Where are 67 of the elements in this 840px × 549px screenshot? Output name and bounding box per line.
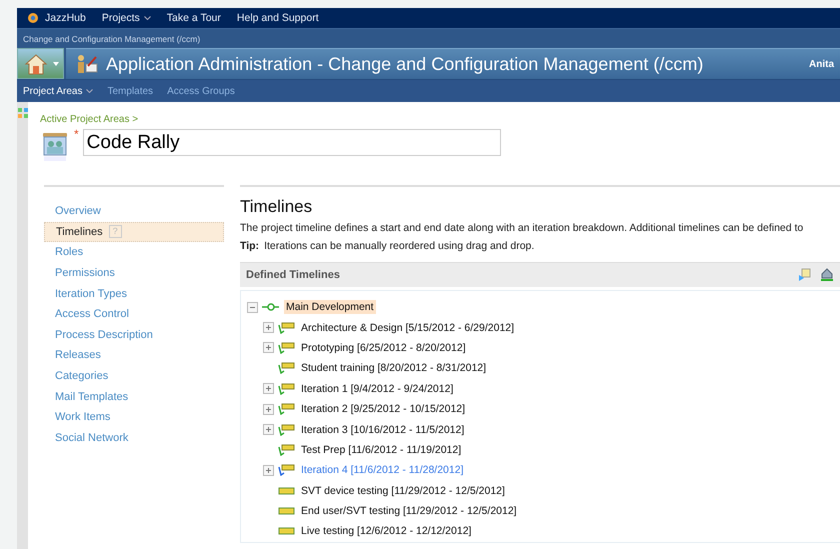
nav-link[interactable]: Help and Support [236, 12, 319, 24]
nav-tab[interactable]: Templates [107, 86, 154, 96]
required-mark: * [74, 129, 79, 139]
sidebar-item[interactable]: Permissions [44, 262, 224, 284]
caret-icon [52, 62, 58, 66]
phase-icon [278, 525, 295, 538]
nav-tab[interactable]: Access Groups [167, 86, 235, 96]
nav-tab[interactable]: Project Areas [23, 86, 94, 96]
sidebar-item[interactable]: Mail Templates [44, 386, 224, 407]
iteration-icon [278, 322, 295, 334]
admin-icon [76, 54, 98, 74]
tree-item[interactable]: Iteration 1 [9/4/2012 - 9/24/2012] [299, 382, 456, 396]
iteration-icon [278, 382, 295, 395]
project-name-field[interactable]: Code Rally [82, 129, 501, 156]
sidebar-item[interactable]: Categories [44, 366, 224, 386]
chevron-down-icon [86, 88, 94, 93]
tree-item[interactable]: Student training [8/20/2012 - 8/31/2012] [299, 361, 488, 376]
iteration-icon [278, 464, 295, 476]
nav-link[interactable]: Projects [102, 12, 151, 24]
tip-text: Iterations can be manually reordered using drag and drop. [264, 240, 534, 252]
tree-item[interactable]: Iteration 3 [10/16/2012 - 11/5/2012] [299, 422, 466, 437]
house-icon [22, 52, 48, 76]
section-description: The project timeline defines a start and end date along with an iteration breakdown. Additional timelines can be defined to [240, 222, 804, 234]
expand-icon[interactable] [263, 383, 274, 394]
sidebar-item[interactable]: Process Description [44, 324, 224, 346]
iteration-icon [278, 342, 295, 354]
phase-icon [278, 484, 295, 497]
user-name[interactable]: Anita [809, 58, 840, 70]
expand-icon[interactable] [263, 322, 274, 334]
sidebar-item[interactable]: Social Network [44, 428, 224, 448]
expand-icon[interactable] [263, 464, 274, 476]
tree-item[interactable]: Test Prep [11/6/2012 - 11/19/2012] [299, 442, 464, 457]
tree-item[interactable]: Live testing [12/6/2012 - 12/12/2012] [299, 524, 474, 538]
tree-item[interactable]: Iteration 4 [11/6/2012 - 11/28/2012] [299, 463, 466, 478]
sidebar-item[interactable]: Overview [44, 201, 224, 222]
expand-icon[interactable] [263, 342, 274, 354]
app-path: Change and Configuration Management (/ccm) [23, 34, 200, 44]
tip-label: Tip: [240, 240, 260, 252]
expand-icon[interactable] [263, 424, 274, 436]
brand-link[interactable]: JazzHub [45, 12, 86, 24]
sidebar-item[interactable]: Iteration Types [44, 283, 224, 304]
collapse-icon[interactable] [247, 302, 258, 313]
iteration-icon [278, 362, 295, 374]
panel-title: Defined Timelines [246, 269, 340, 281]
phase-icon [278, 505, 295, 518]
timeline-icon [262, 303, 280, 312]
tree-item[interactable]: Main Development [284, 300, 376, 314]
sidebar-item[interactable]: Access Control [44, 304, 224, 325]
expand-icon[interactable] [263, 404, 274, 415]
chevron-down-icon [144, 16, 151, 20]
flower-icon [27, 12, 39, 24]
iteration-icon [278, 444, 295, 456]
tree-item[interactable]: Iteration 2 [9/25/2012 - 10/15/2012] [299, 402, 468, 416]
tree-item[interactable]: Architecture & Design [5/15/2012 - 6/29/2012] [299, 320, 516, 335]
page-title: Application Administration - Change and Configuration Management (/ccm) [106, 54, 704, 74]
iteration-icon [278, 403, 295, 416]
tree-item[interactable]: Prototyping [6/25/2012 - 8/20/2012] [299, 340, 468, 355]
nav-link[interactable]: Take a Tour [166, 12, 221, 24]
sidebar-item[interactable]: Timelines ? [44, 222, 224, 242]
section-title: Timelines [240, 197, 314, 217]
iteration-icon [278, 424, 295, 436]
tree-item[interactable]: End user/SVT testing [11/29/2012 - 12/5/2012] [299, 504, 519, 518]
sidebar-item[interactable]: Roles [44, 242, 224, 263]
tree-item[interactable]: SVT device testing [11/29/2012 - 12/5/2012] [299, 484, 507, 498]
sidebar-item[interactable]: Work Items [44, 406, 224, 428]
sidebar-item[interactable]: Releases [44, 345, 224, 366]
home-button[interactable] [17, 48, 64, 79]
